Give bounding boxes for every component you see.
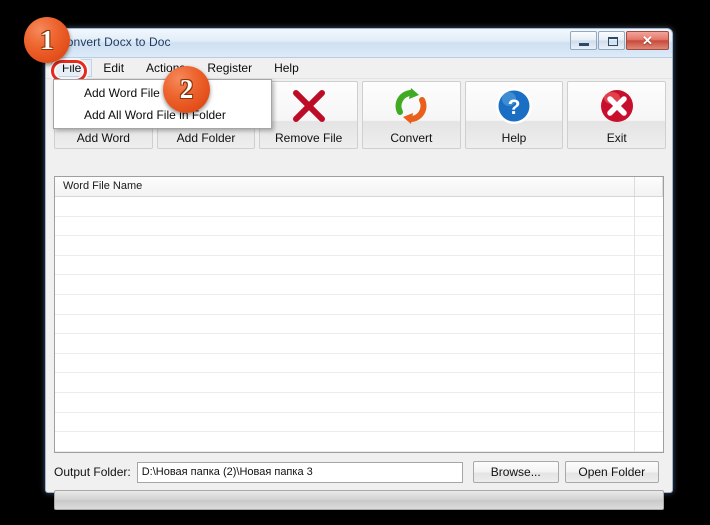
menu-item-file[interactable]: File: [51, 59, 93, 77]
file-list-header: Word File Name: [55, 177, 663, 197]
menu-bar: File Edit Actions Register Help: [46, 58, 672, 79]
column-header-extra[interactable]: [635, 177, 663, 196]
blue-question-mark-icon: ?: [466, 82, 563, 130]
minimize-icon: [579, 43, 589, 46]
toolbar-label-exit: Exit: [606, 131, 627, 145]
table-row[interactable]: [55, 256, 663, 276]
browse-button[interactable]: Browse...: [472, 461, 559, 483]
maximize-button[interactable]: [598, 31, 625, 50]
open-folder-button[interactable]: Open Folder: [564, 461, 659, 483]
table-row[interactable]: [55, 334, 663, 354]
menu-item-help[interactable]: Help: [263, 59, 310, 77]
circular-arrows-icon: [363, 82, 460, 130]
table-row[interactable]: [55, 217, 663, 237]
title-bar: Convert Docx to Doc ✕: [46, 29, 672, 58]
red-sphere-x-icon: [568, 82, 665, 130]
table-row[interactable]: [55, 354, 663, 374]
minimize-button[interactable]: [570, 31, 597, 50]
output-folder-row: Output Folder: D:\Новая папка (2)\Новая …: [54, 461, 664, 483]
window-title: Convert Docx to Doc: [58, 35, 171, 49]
table-row[interactable]: [55, 315, 663, 335]
annotation-badge-2: 2: [163, 66, 210, 113]
table-row[interactable]: [55, 236, 663, 256]
toolbar-button-exit[interactable]: Exit: [567, 81, 667, 149]
output-folder-input[interactable]: D:\Новая папка (2)\Новая папка 3: [136, 461, 463, 483]
menu-item-register[interactable]: Register: [196, 59, 263, 77]
table-row[interactable]: [55, 373, 663, 393]
toolbar-label-add-folder: Add Folder: [176, 131, 236, 145]
file-list-body[interactable]: [55, 197, 663, 452]
toolbar-button-help[interactable]: ? Help: [464, 81, 564, 149]
table-row[interactable]: [55, 432, 663, 452]
progress-bar: [54, 490, 664, 510]
close-icon: ✕: [642, 32, 653, 48]
maximize-icon: [608, 37, 618, 46]
screenshot-root: Convert Docx to Doc ✕ File Edit Actions …: [0, 0, 710, 525]
column-divider: [634, 197, 635, 452]
menu-option-add-all-word-file-in-folder[interactable]: Add All Word File in Folder: [54, 104, 271, 126]
output-folder-label: Output Folder:: [54, 465, 131, 479]
table-row[interactable]: [55, 275, 663, 295]
close-button[interactable]: ✕: [626, 31, 669, 50]
table-row[interactable]: [55, 413, 663, 433]
toolbar-button-convert[interactable]: Convert: [362, 81, 461, 149]
table-row[interactable]: [55, 295, 663, 315]
table-row[interactable]: [55, 197, 663, 217]
column-header-word-file-name[interactable]: Word File Name: [55, 177, 635, 196]
annotation-badge-1: 1: [24, 17, 70, 63]
menu-item-edit[interactable]: Edit: [92, 59, 135, 77]
toolbar-label-remove-file: Remove File: [275, 131, 343, 145]
window-controls: ✕: [570, 31, 669, 50]
toolbar-label-convert: Convert: [390, 131, 433, 145]
toolbar-label-help: Help: [501, 131, 527, 145]
table-row[interactable]: [55, 393, 663, 413]
toolbar-button-remove-file[interactable]: Remove File: [259, 81, 359, 149]
toolbar-label-add-word: Add Word: [76, 131, 130, 145]
red-x-icon: [260, 82, 357, 130]
file-list-view[interactable]: Word File Name: [54, 176, 664, 453]
svg-text:?: ?: [508, 96, 521, 119]
